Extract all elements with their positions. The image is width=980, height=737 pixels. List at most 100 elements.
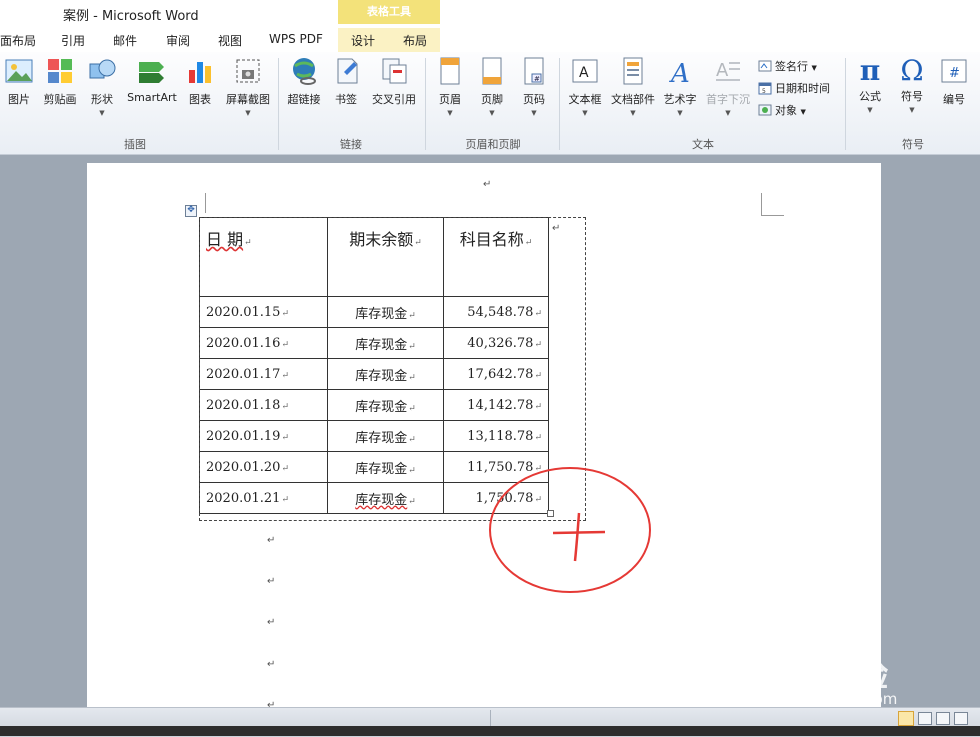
cell-mark: ↵: [408, 465, 416, 476]
table-header-row: 日 期↵ 期末余额↵ 科目名称↵: [199, 217, 549, 297]
cell-account[interactable]: 库存现金↵: [327, 420, 444, 452]
cell-date[interactable]: 2020.01.21↵: [199, 482, 328, 514]
reading-view-icon[interactable]: [918, 712, 932, 725]
cell-account[interactable]: 库存现金↵: [327, 451, 444, 483]
quick-parts-button[interactable]: 文档部件 ▼: [609, 56, 657, 117]
tab-review[interactable]: 审阅: [166, 32, 190, 49]
globe-link-icon: [293, 58, 316, 85]
outline-view-icon[interactable]: [954, 712, 968, 725]
chevron-down-icon: ▼: [800, 108, 806, 116]
cell-date[interactable]: 2020.01.17↵: [199, 358, 328, 390]
tab-design[interactable]: 设计: [351, 32, 375, 49]
cell-mark: ↵: [408, 434, 416, 445]
cell-mark: ↵: [534, 339, 542, 350]
group-separator: [845, 58, 846, 150]
cell-amount[interactable]: 14,142.78↵: [443, 389, 549, 421]
cell-mark: ↵: [281, 494, 289, 505]
window-title: 案例 - Microsoft Word: [63, 9, 199, 24]
header-icon: [440, 57, 460, 85]
header-account[interactable]: 科目名称↵: [443, 217, 549, 297]
header-balance[interactable]: 期末余额↵: [327, 217, 444, 297]
smartart-button[interactable]: SmartArt: [124, 56, 180, 104]
chevron-down-icon: ▼: [677, 109, 683, 117]
tab-references[interactable]: 引用: [61, 32, 85, 49]
svg-text:A: A: [716, 60, 729, 81]
textbox-button[interactable]: A 文本框 ▼: [565, 56, 605, 117]
document-page[interactable]: ↵ ✥ 日 期↵ 期末余额↵ 科目名称↵ 2020.01.15↵ 库存现金↵ 54,…: [87, 163, 881, 723]
cell-date[interactable]: 2020.01.18↵: [199, 389, 328, 421]
omega-icon: Ω: [900, 54, 924, 87]
chart-icon: [189, 62, 211, 83]
cell-amount[interactable]: 17,642.78↵: [443, 358, 549, 390]
cell-account[interactable]: 库存现金↵: [327, 482, 444, 514]
cell-date[interactable]: 2020.01.16↵: [199, 327, 328, 359]
cell-mark: ↵: [534, 401, 542, 412]
object-button[interactable]: 对象 ▼: [758, 102, 806, 118]
cross-reference-icon: [382, 58, 407, 84]
status-divider: [490, 710, 491, 726]
web-view-icon[interactable]: [936, 712, 950, 725]
cell-account[interactable]: 库存现金↵: [327, 389, 444, 421]
group-label-header-footer: 页眉和页脚: [465, 138, 521, 151]
page-number-button[interactable]: # 页码 ▼: [518, 56, 550, 117]
footer-button[interactable]: 页脚 ▼: [476, 56, 508, 117]
cell-date[interactable]: 2020.01.20↵: [199, 451, 328, 483]
print-layout-view-icon[interactable]: [898, 711, 914, 726]
cell-mark: ↵: [534, 308, 542, 319]
table-row: 2020.01.16↵ 库存现金↵ 40,326.78↵: [199, 327, 549, 359]
cell-account[interactable]: 库存现金↵: [327, 327, 444, 359]
chart-button[interactable]: 图表: [186, 56, 214, 107]
cross-reference-button[interactable]: 交叉引用: [368, 56, 420, 107]
header-date[interactable]: 日 期↵: [199, 217, 328, 297]
red-circle-annotation: [489, 467, 651, 593]
smartart-icon: [139, 62, 164, 83]
table-tools-header: 表格工具: [338, 0, 440, 24]
hyperlink-button[interactable]: 超链接: [284, 56, 324, 107]
cell-amount[interactable]: 40,326.78↵: [443, 327, 549, 359]
tab-page-layout[interactable]: 面布局: [0, 32, 36, 49]
symbol-button[interactable]: Ω 符号 ▼: [894, 54, 930, 115]
bookmark-button[interactable]: 书签: [332, 56, 360, 107]
dropcap-icon: A: [716, 60, 740, 81]
chevron-down-icon: ▼: [447, 109, 453, 117]
bookmark-icon: [337, 58, 358, 84]
group-label-symbols: 符号: [902, 138, 924, 151]
group-separator: [559, 58, 560, 150]
cell-date[interactable]: 2020.01.15↵: [199, 296, 328, 328]
cell-account[interactable]: 库存现金↵: [327, 296, 444, 328]
table-move-handle-icon[interactable]: ✥: [185, 205, 197, 217]
cell-account[interactable]: 库存现金↵: [327, 358, 444, 390]
cell-mark: ↵: [408, 341, 416, 352]
document-area: ↵ ✥ 日 期↵ 期末余额↵ 科目名称↵ 2020.01.15↵ 库存现金↵ 54,…: [0, 155, 980, 723]
header-button[interactable]: 页眉 ▼: [434, 56, 466, 117]
chevron-down-icon: ▼: [531, 109, 537, 117]
equation-button[interactable]: π 公式 ▼: [852, 56, 888, 115]
dropcap-button[interactable]: A 首字下沉 ▼: [703, 56, 753, 117]
cell-mark: ↵: [281, 308, 289, 319]
signature-line-button[interactable]: 签名行 ▼: [758, 58, 817, 74]
screenshot-button[interactable]: 屏幕截图 ▼: [222, 56, 274, 117]
tab-layout[interactable]: 布局: [403, 32, 427, 49]
table-row: 2020.01.18↵ 库存现金↵ 14,142.78↵: [199, 389, 549, 421]
datetime-button[interactable]: 5 日期和时间: [758, 80, 830, 96]
chevron-down-icon: ▼: [489, 109, 495, 117]
group-label-links: 链接: [340, 138, 362, 151]
baidu-watermark-url: jingyan.baidu.com: [759, 690, 898, 708]
chevron-down-icon: ▼: [582, 109, 588, 117]
tab-mailings[interactable]: 邮件: [113, 32, 137, 49]
cell-amount[interactable]: 54,548.78↵: [443, 296, 549, 328]
numbering-button[interactable]: # 编号: [936, 56, 972, 107]
svg-text:5: 5: [762, 88, 766, 95]
cell-mark: ↵: [281, 463, 289, 474]
calendar-icon: 5: [758, 82, 772, 95]
cell-amount[interactable]: 13,118.78↵: [443, 420, 549, 452]
clipart-button[interactable]: 剪贴画: [40, 56, 80, 107]
picture-button[interactable]: 图片: [2, 56, 36, 107]
svg-text:A: A: [579, 65, 589, 81]
wordart-button[interactable]: A 艺术字 ▼: [661, 56, 699, 117]
tab-view[interactable]: 视图: [218, 32, 242, 49]
tab-wps-pdf[interactable]: WPS PDF: [269, 32, 323, 46]
cell-date[interactable]: 2020.01.19↵: [199, 420, 328, 452]
shapes-button[interactable]: 形状 ▼: [86, 56, 118, 117]
cell-mark: ↵: [408, 372, 416, 383]
